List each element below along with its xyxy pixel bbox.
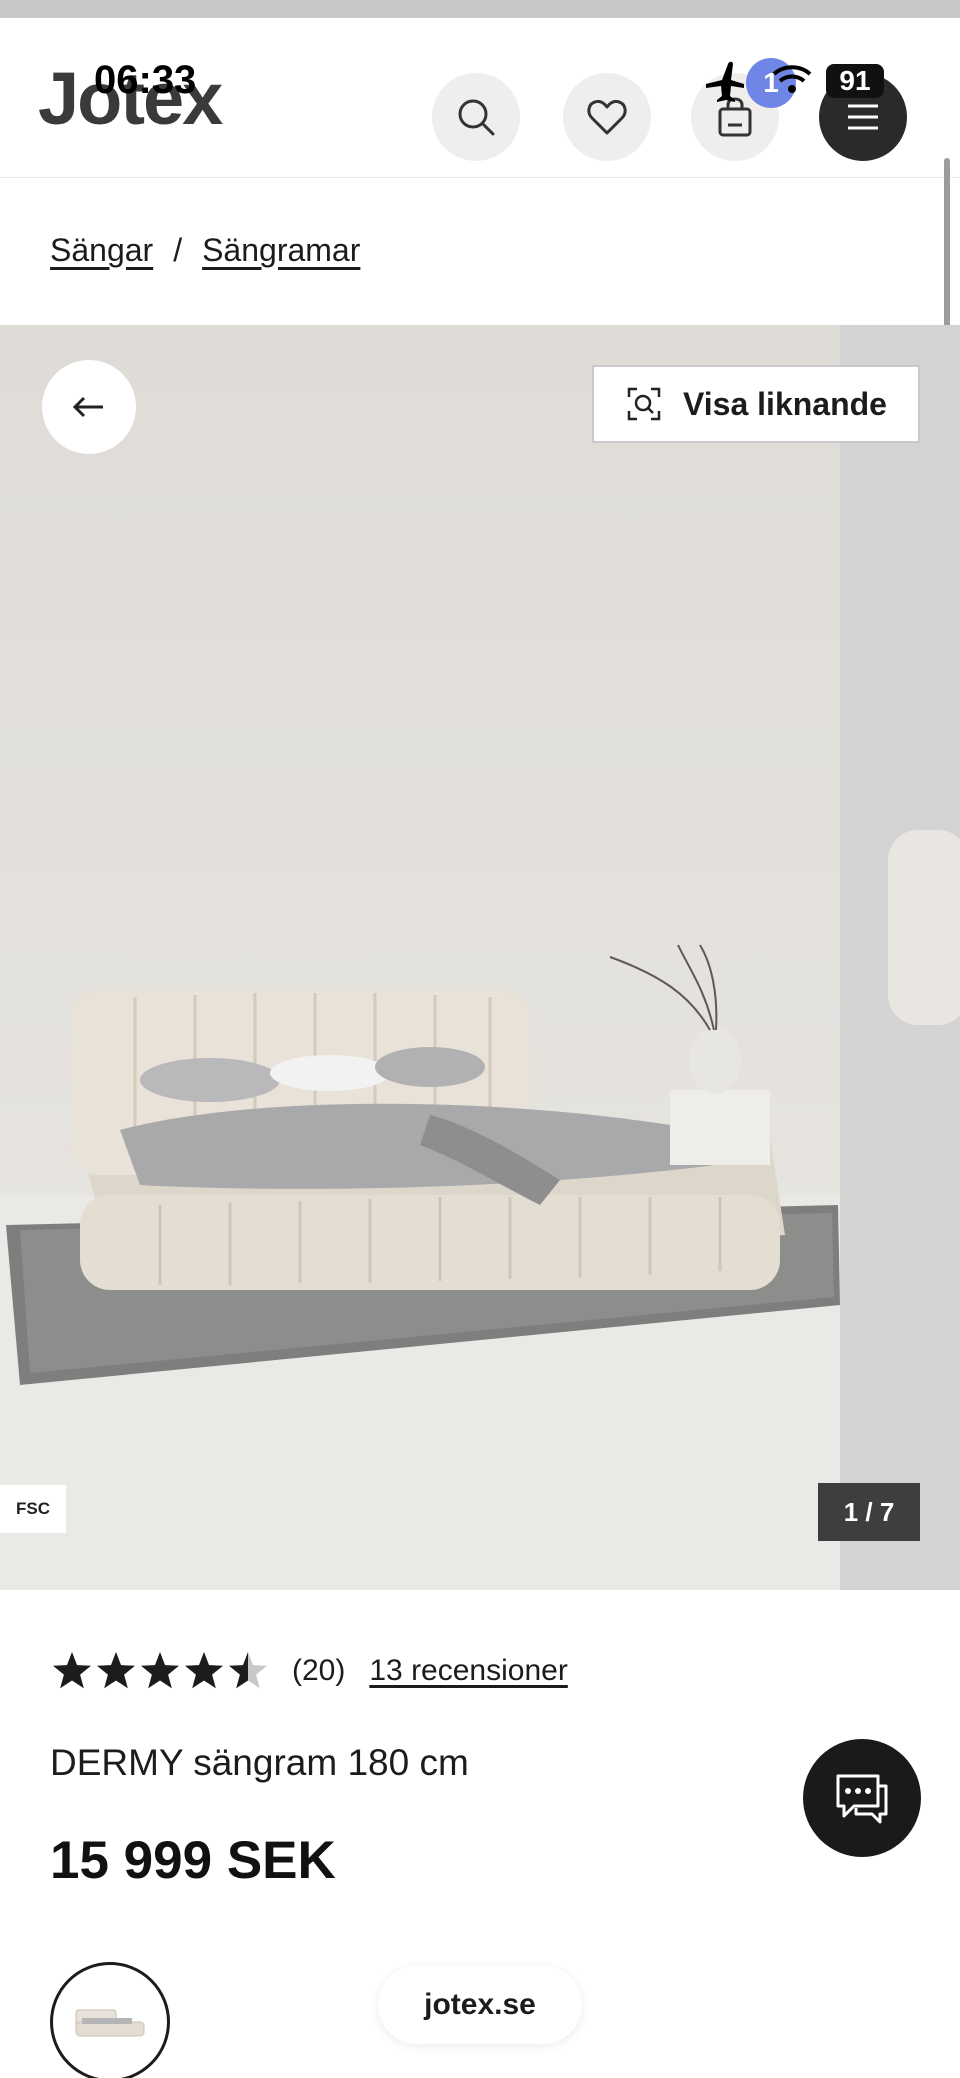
rating-star-filled xyxy=(185,1652,223,1689)
image-counter: 1 / 7 xyxy=(818,1483,920,1541)
url-bar[interactable]: jotex.se xyxy=(378,1966,582,2044)
breadcrumb-item-sangramar[interactable]: Sängramar xyxy=(202,232,360,269)
rating-star-filled xyxy=(97,1652,135,1689)
breadcrumb-separator: / xyxy=(173,232,183,268)
show-similar-button[interactable]: Visa liknande xyxy=(592,365,920,443)
breadcrumb: Sängar / Sängramar xyxy=(50,232,360,269)
back-button[interactable] xyxy=(42,360,136,454)
wifi-icon xyxy=(772,65,812,93)
rating-star-filled xyxy=(141,1652,179,1689)
next-product-image[interactable] xyxy=(840,325,960,1590)
fsc-badge: FSC xyxy=(0,1485,66,1533)
menu-icon xyxy=(848,104,878,130)
product-image[interactable] xyxy=(0,325,840,1590)
heart-icon xyxy=(587,99,627,135)
rating-stars xyxy=(53,1652,267,1689)
reviews-link[interactable]: 13 recensioner xyxy=(369,1654,567,1688)
product-title: DERMY sängram 180 cm xyxy=(50,1742,469,1783)
chat-button[interactable] xyxy=(803,1739,921,1857)
status-time: 06:33 xyxy=(94,58,197,102)
favorites-button[interactable] xyxy=(563,73,651,161)
bed-thumbnail-image xyxy=(75,2009,145,2037)
rating-count: (20) xyxy=(292,1654,346,1687)
breadcrumb-item-sangar[interactable]: Sängar xyxy=(50,232,153,269)
search-icon xyxy=(458,99,495,136)
next-image-preview xyxy=(888,830,960,1025)
product-gallery[interactable]: Visa liknande FSC 1 / 7 xyxy=(0,325,960,1590)
product-price: 15 999 SEK xyxy=(50,1831,336,1890)
visual-search-icon xyxy=(627,387,661,421)
arrow-left-icon xyxy=(72,396,103,418)
product-rating[interactable]: (20) 13 recensioner xyxy=(50,1648,568,1694)
airplane-icon xyxy=(706,61,744,102)
rating-star-filled xyxy=(53,1652,91,1689)
chat-icon xyxy=(836,1774,888,1824)
product-page: Jotex 06:33 1 91 Sängar / Sängramar Visa… xyxy=(0,0,960,2078)
top-strip xyxy=(0,0,960,18)
show-similar-label: Visa liknande xyxy=(683,385,887,422)
battery-indicator: 91 xyxy=(826,64,884,98)
search-button[interactable] xyxy=(432,73,520,161)
variant-thumbnail[interactable] xyxy=(50,1962,170,2078)
site-header: Jotex 06:33 1 91 xyxy=(0,18,960,178)
